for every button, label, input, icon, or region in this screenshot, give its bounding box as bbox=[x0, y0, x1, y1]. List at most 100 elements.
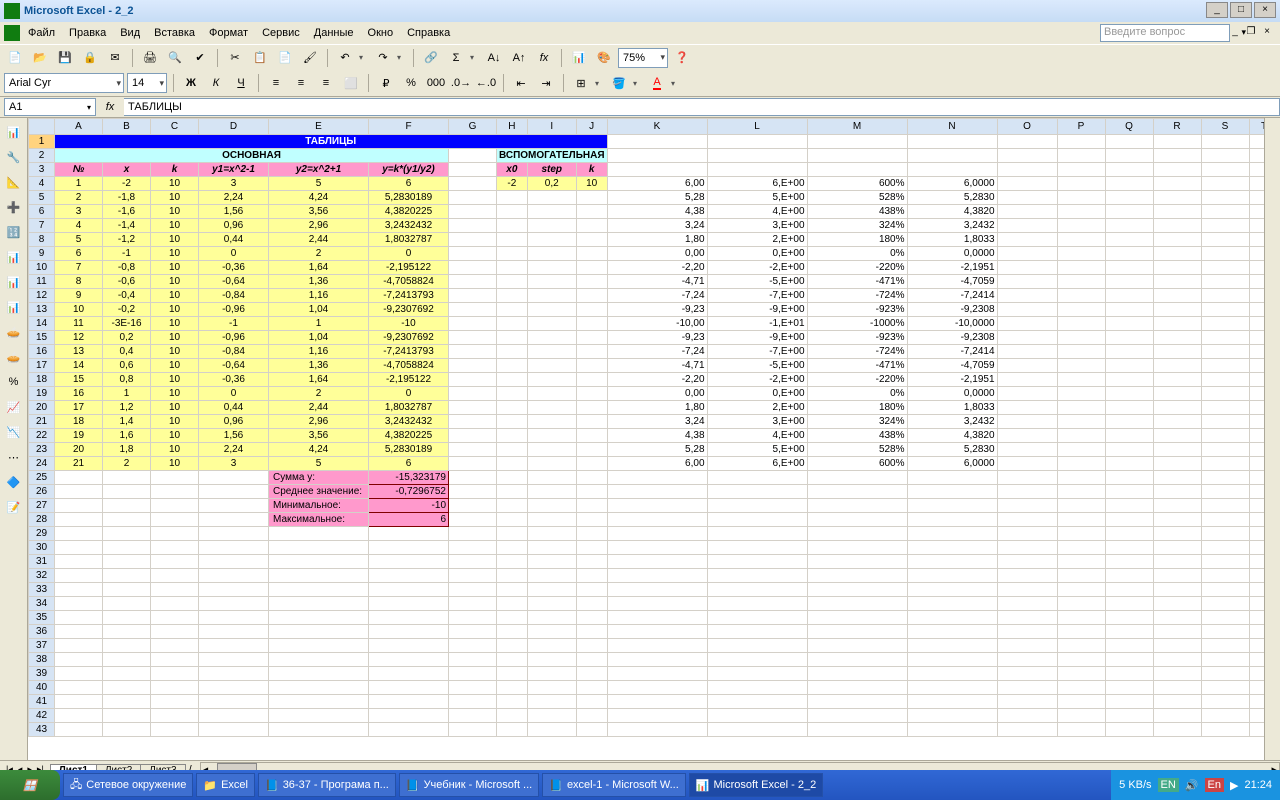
data-cell[interactable]: -7,2413793 bbox=[369, 345, 449, 359]
tool-icon[interactable]: 📝 bbox=[3, 496, 25, 518]
data-cell[interactable]: -1,2 bbox=[103, 233, 151, 247]
menu-view[interactable]: Вид bbox=[114, 25, 146, 41]
side-cell[interactable]: -4,7059 bbox=[907, 359, 997, 373]
side-cell[interactable]: -7,2414 bbox=[907, 345, 997, 359]
menu-window[interactable]: Окно bbox=[362, 25, 400, 41]
main-label-cell[interactable]: ОСНОВНАЯ bbox=[55, 149, 449, 163]
row-header[interactable]: 18 bbox=[29, 373, 55, 387]
side-cell[interactable]: 5,2830 bbox=[907, 191, 997, 205]
row-header[interactable]: 25 bbox=[29, 471, 55, 485]
drawing-icon[interactable]: 🎨 bbox=[593, 47, 615, 69]
side-cell[interactable]: 438% bbox=[807, 429, 907, 443]
col-header-L[interactable]: L bbox=[707, 119, 807, 135]
data-cell[interactable]: 4,24 bbox=[269, 443, 369, 457]
col-header-B[interactable]: B bbox=[103, 119, 151, 135]
summary-value-cell[interactable]: -15,323179 bbox=[369, 471, 449, 485]
row-header[interactable]: 10 bbox=[29, 261, 55, 275]
data-cell[interactable]: 0,44 bbox=[199, 233, 269, 247]
open-icon[interactable]: 📂 bbox=[29, 47, 51, 69]
side-cell[interactable]: -724% bbox=[807, 345, 907, 359]
side-cell[interactable]: -220% bbox=[807, 261, 907, 275]
taskbar-item[interactable]: 📘excel-1 - Microsoft W... bbox=[542, 773, 686, 797]
sort-desc-icon[interactable]: A↑ bbox=[508, 47, 530, 69]
col-header-K[interactable]: K bbox=[607, 119, 707, 135]
data-cell[interactable]: 1,8032787 bbox=[369, 233, 449, 247]
title-cell[interactable]: ТАБЛИЦЫ bbox=[55, 135, 608, 149]
side-cell[interactable]: 3,24 bbox=[607, 219, 707, 233]
side-cell[interactable]: -9,2308 bbox=[907, 303, 997, 317]
data-cell[interactable]: -2,195122 bbox=[369, 261, 449, 275]
main-header-cell[interactable]: k bbox=[151, 163, 199, 177]
zoom-combo[interactable]: 75% bbox=[618, 48, 668, 68]
col-header-I[interactable]: I bbox=[527, 119, 576, 135]
menu-file[interactable]: Файл bbox=[22, 25, 61, 41]
side-cell[interactable]: 4,38 bbox=[607, 429, 707, 443]
data-cell[interactable]: 2,44 bbox=[269, 233, 369, 247]
taskbar-item[interactable]: 🖧Сетевое окружение bbox=[63, 773, 193, 797]
data-cell[interactable]: 3 bbox=[199, 177, 269, 191]
row-header[interactable]: 43 bbox=[29, 723, 55, 737]
decrease-decimal-icon[interactable]: ←.0 bbox=[475, 72, 497, 94]
data-cell[interactable]: -1,4 bbox=[103, 219, 151, 233]
data-cell[interactable]: 0,6 bbox=[103, 359, 151, 373]
row-header[interactable]: 6 bbox=[29, 205, 55, 219]
tool-icon[interactable]: ➕ bbox=[3, 196, 25, 218]
menu-data[interactable]: Данные bbox=[308, 25, 360, 41]
cut-icon[interactable]: ✂ bbox=[224, 47, 246, 69]
data-cell[interactable]: 3,2432432 bbox=[369, 415, 449, 429]
side-cell[interactable]: -471% bbox=[807, 359, 907, 373]
data-cell[interactable]: 2 bbox=[55, 191, 103, 205]
row-header[interactable]: 3 bbox=[29, 163, 55, 177]
data-cell[interactable]: -2 bbox=[103, 177, 151, 191]
side-cell[interactable]: -2,1951 bbox=[907, 261, 997, 275]
col-header-M[interactable]: M bbox=[807, 119, 907, 135]
aux-header-cell[interactable]: step bbox=[527, 163, 576, 177]
side-cell[interactable]: -7,24 bbox=[607, 289, 707, 303]
vertical-scrollbar[interactable] bbox=[1264, 118, 1280, 760]
row-header[interactable]: 33 bbox=[29, 583, 55, 597]
summary-label-cell[interactable]: Сумма y: bbox=[269, 471, 369, 485]
side-cell[interactable]: 5,2830 bbox=[907, 443, 997, 457]
data-cell[interactable]: 6 bbox=[369, 457, 449, 471]
side-cell[interactable]: 5,E+00 bbox=[707, 191, 807, 205]
align-left-icon[interactable]: ≡ bbox=[265, 72, 287, 94]
side-cell[interactable]: 6,0000 bbox=[907, 177, 997, 191]
data-cell[interactable]: 0,2 bbox=[103, 331, 151, 345]
data-cell[interactable]: 4,3820225 bbox=[369, 205, 449, 219]
side-cell[interactable]: -220% bbox=[807, 373, 907, 387]
data-cell[interactable]: 4,3820225 bbox=[369, 429, 449, 443]
data-cell[interactable]: 10 bbox=[151, 275, 199, 289]
menu-format[interactable]: Формат bbox=[203, 25, 254, 41]
data-cell[interactable]: 6 bbox=[369, 177, 449, 191]
data-cell[interactable]: 1,56 bbox=[199, 429, 269, 443]
column-chart-icon[interactable]: 📊 bbox=[3, 296, 25, 318]
merge-center-icon[interactable]: ⬜ bbox=[340, 72, 362, 94]
data-cell[interactable]: 0 bbox=[199, 387, 269, 401]
row-header[interactable]: 5 bbox=[29, 191, 55, 205]
format-painter-icon[interactable]: 🖌 bbox=[299, 47, 321, 69]
data-cell[interactable]: 10 bbox=[55, 303, 103, 317]
taskbar-item[interactable]: 📘Учебник - Microsoft ... bbox=[399, 773, 539, 797]
aux-label-cell[interactable]: ВСПОМОГАТЕЛЬНАЯ bbox=[497, 149, 608, 163]
data-cell[interactable]: -3E-16 bbox=[103, 317, 151, 331]
tool-icon[interactable]: 🔧 bbox=[3, 146, 25, 168]
row-header[interactable]: 30 bbox=[29, 541, 55, 555]
minimize-button[interactable]: _ bbox=[1206, 2, 1228, 18]
row-header[interactable]: 16 bbox=[29, 345, 55, 359]
side-cell[interactable]: 438% bbox=[807, 205, 907, 219]
row-header[interactable]: 36 bbox=[29, 625, 55, 639]
data-cell[interactable]: 1,36 bbox=[269, 275, 369, 289]
side-cell[interactable]: 528% bbox=[807, 443, 907, 457]
data-cell[interactable]: 1,04 bbox=[269, 303, 369, 317]
row-header[interactable]: 22 bbox=[29, 429, 55, 443]
summary-label-cell[interactable]: Минимальное: bbox=[269, 499, 369, 513]
data-cell[interactable]: 10 bbox=[151, 331, 199, 345]
side-cell[interactable]: -923% bbox=[807, 303, 907, 317]
summary-value-cell[interactable]: 6 bbox=[369, 513, 449, 527]
side-cell[interactable]: 5,28 bbox=[607, 443, 707, 457]
data-cell[interactable]: 10 bbox=[151, 289, 199, 303]
side-cell[interactable]: 180% bbox=[807, 401, 907, 415]
row-header[interactable]: 31 bbox=[29, 555, 55, 569]
increase-indent-icon[interactable]: ⇥ bbox=[535, 72, 557, 94]
print-icon[interactable]: 🖨 bbox=[139, 47, 161, 69]
